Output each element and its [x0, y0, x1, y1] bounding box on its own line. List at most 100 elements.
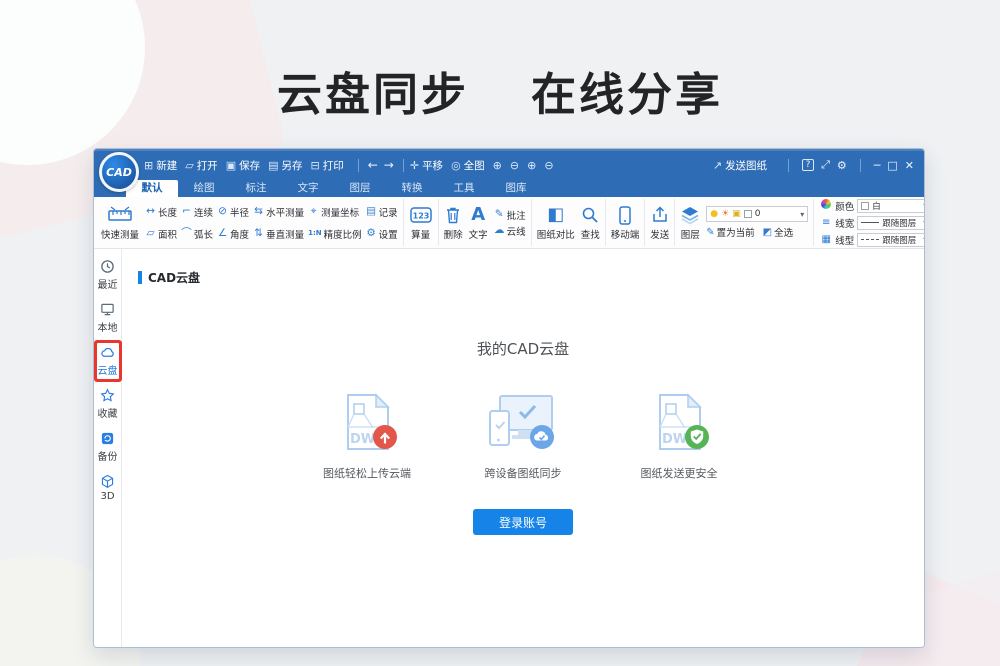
tab-library[interactable]: 图库 [490, 180, 542, 197]
linewidth-icon: ≡ [820, 218, 832, 228]
close-button[interactable]: ✕ [905, 159, 914, 172]
zoom-out-button[interactable]: ⊖ [510, 160, 519, 171]
send-button[interactable]: 发送 [648, 204, 671, 241]
print-icon: ⊟ [311, 160, 320, 171]
login-button[interactable]: 登录账号 [473, 509, 573, 535]
drawing-compare-button[interactable]: ◧ 图纸对比 [535, 204, 577, 241]
ribbon-button-arc-length[interactable]: ⌒弧长 [179, 223, 215, 245]
send-drawing-button[interactable]: ↗发送图纸 [713, 158, 767, 173]
zoom-extents-icon: ◎ [451, 160, 461, 171]
revision-cloud-button[interactable]: ☁云线 [492, 223, 528, 239]
select-all-button[interactable]: ◩全选 [763, 225, 793, 239]
page-background: 云盘同步 在线分享 CAD ⊞新建 ▱打开 ▣保存 ▤另存 ⊟打印 ← → ✛平… [0, 0, 1000, 666]
redo-button[interactable]: → [384, 158, 394, 172]
ribbon-button-record[interactable]: ▤记录 [364, 201, 400, 223]
divider [788, 159, 789, 172]
calc-quantity-button[interactable]: 123 算量 [407, 204, 435, 241]
text-button[interactable]: A 文字 [467, 204, 490, 241]
set-current-layer-button[interactable]: ✎置为当前 [706, 225, 754, 239]
open-button[interactable]: ▱打开 [185, 158, 217, 173]
pan-button[interactable]: ✛平移 [410, 158, 443, 173]
ribbon-button-continuous[interactable]: ⌐连续 [179, 201, 215, 223]
fullscreen-button[interactable]: ⤢ [821, 158, 830, 172]
zoom-window-button[interactable]: ⊕ [527, 160, 536, 171]
sidebar-item-3d[interactable]: 3D [97, 472, 119, 504]
device-sync-icon [486, 391, 560, 455]
coordinate-icon: ⌖ [308, 206, 319, 217]
zoom-in-button[interactable]: ⊕ [493, 160, 502, 171]
gear-icon: ⚙ [837, 159, 847, 172]
save-button[interactable]: ▣保存 [226, 158, 260, 173]
sidebar-item-backup[interactable]: 备份 [97, 429, 119, 465]
ribbon-button-vertical-measure[interactable]: ⇅垂直测量 [251, 223, 306, 245]
hand-pan-icon: ✛ [410, 160, 419, 171]
clock-icon [100, 259, 115, 274]
help-icon: ? [806, 160, 811, 170]
sidebar-item-favorites[interactable]: 收藏 [97, 386, 119, 422]
tab-layer[interactable]: 图层 [334, 180, 386, 197]
annotation-button[interactable]: ✎批注 [492, 207, 528, 223]
svg-text:123: 123 [412, 212, 429, 221]
tab-text[interactable]: 文字 [282, 180, 334, 197]
save-icon: ▣ [226, 160, 236, 171]
linetype-select[interactable]: 跟随图层▾ [857, 233, 924, 247]
monitor-icon [100, 302, 115, 317]
area-icon: ▱ [145, 228, 156, 239]
cloud-title: 我的CAD云盘 [122, 338, 924, 359]
layer-color-swatch [744, 210, 752, 218]
save-as-button[interactable]: ▤另存 [268, 158, 302, 173]
headline-left: 云盘同步 [277, 58, 469, 123]
sidebar-item-cloud[interactable]: 云盘 [97, 343, 119, 379]
ribbon-button-measure-coords[interactable]: ⌖测量坐标 [306, 201, 364, 223]
ribbon-button-radius[interactable]: ⊘半径 [215, 201, 251, 223]
save-as-icon: ▤ [268, 160, 278, 171]
annotation-icon: ✎ [494, 209, 505, 220]
tab-draw[interactable]: 绘图 [178, 180, 230, 197]
fit-view-button[interactable]: ◎全图 [451, 158, 485, 173]
dwg-upload-icon: DWG [330, 391, 404, 455]
layer-select[interactable]: ● ☀ ▣ 0 ▾ [706, 206, 808, 222]
mobile-button[interactable]: 移动端 [609, 204, 642, 241]
layer-on-icon: ● [710, 209, 718, 219]
tab-convert[interactable]: 转换 [386, 180, 438, 197]
backup-icon [100, 431, 115, 446]
help-button[interactable]: ? [802, 159, 814, 171]
length-icon: ↔ [145, 206, 156, 217]
left-sidebar: 最近 本地 云盘 收藏 备份 [94, 249, 122, 647]
cloud-panel: CAD云盘 我的CAD云盘 DWG 图纸 [122, 249, 924, 647]
panel-header: CAD云盘 [138, 269, 924, 286]
select-all-icon: ◩ [763, 227, 772, 238]
find-button[interactable]: 查找 [579, 204, 602, 241]
ribbon-button-settings[interactable]: ⚙设置 [364, 223, 400, 245]
new-button[interactable]: ⊞新建 [144, 158, 177, 173]
sidebar-item-local[interactable]: 本地 [97, 300, 119, 336]
app-logo: CAD [99, 152, 139, 192]
maximize-button[interactable]: □ [887, 159, 897, 172]
zoom-previous-button[interactable]: ⊖ [544, 160, 553, 171]
undo-button[interactable]: ← [368, 158, 378, 172]
ribbon-button-area[interactable]: ▱面积 [143, 223, 179, 245]
sidebar-item-recent[interactable]: 最近 [97, 257, 119, 293]
polyline-icon: ⌐ [181, 206, 192, 217]
settings-button[interactable]: ⚙ [837, 159, 847, 172]
ribbon-button-angle[interactable]: ∠角度 [215, 223, 251, 245]
minimize-button[interactable]: ─ [874, 159, 881, 172]
ribbon-button-precision-scale[interactable]: 1:N精度比例 [306, 223, 364, 245]
color-select[interactable]: 白▾ [857, 199, 924, 213]
fullscreen-icon: ⤢ [821, 158, 830, 171]
layers-icon [680, 204, 700, 226]
tab-tools[interactable]: 工具 [438, 180, 490, 197]
layers-button[interactable]: 图层 [678, 204, 702, 241]
delete-button[interactable]: 删除 [442, 204, 465, 241]
ribbon-button-horizontal-measure[interactable]: ⇆水平测量 [251, 201, 306, 223]
feature-secure: DWG 图纸发送更安全 [614, 391, 744, 481]
precision-icon: 1:N [308, 230, 322, 237]
ribbon-button-length[interactable]: ↔长度 [143, 201, 179, 223]
chevron-down-icon: ▾ [923, 235, 924, 244]
phone-icon [619, 204, 631, 226]
minimize-icon: ─ [874, 159, 881, 172]
quick-measure-button[interactable]: 快速测量 [99, 204, 141, 241]
tab-annotate[interactable]: 标注 [230, 180, 282, 197]
linewidth-select[interactable]: 跟随图层▾ [857, 216, 924, 230]
print-button[interactable]: ⊟打印 [311, 158, 344, 173]
